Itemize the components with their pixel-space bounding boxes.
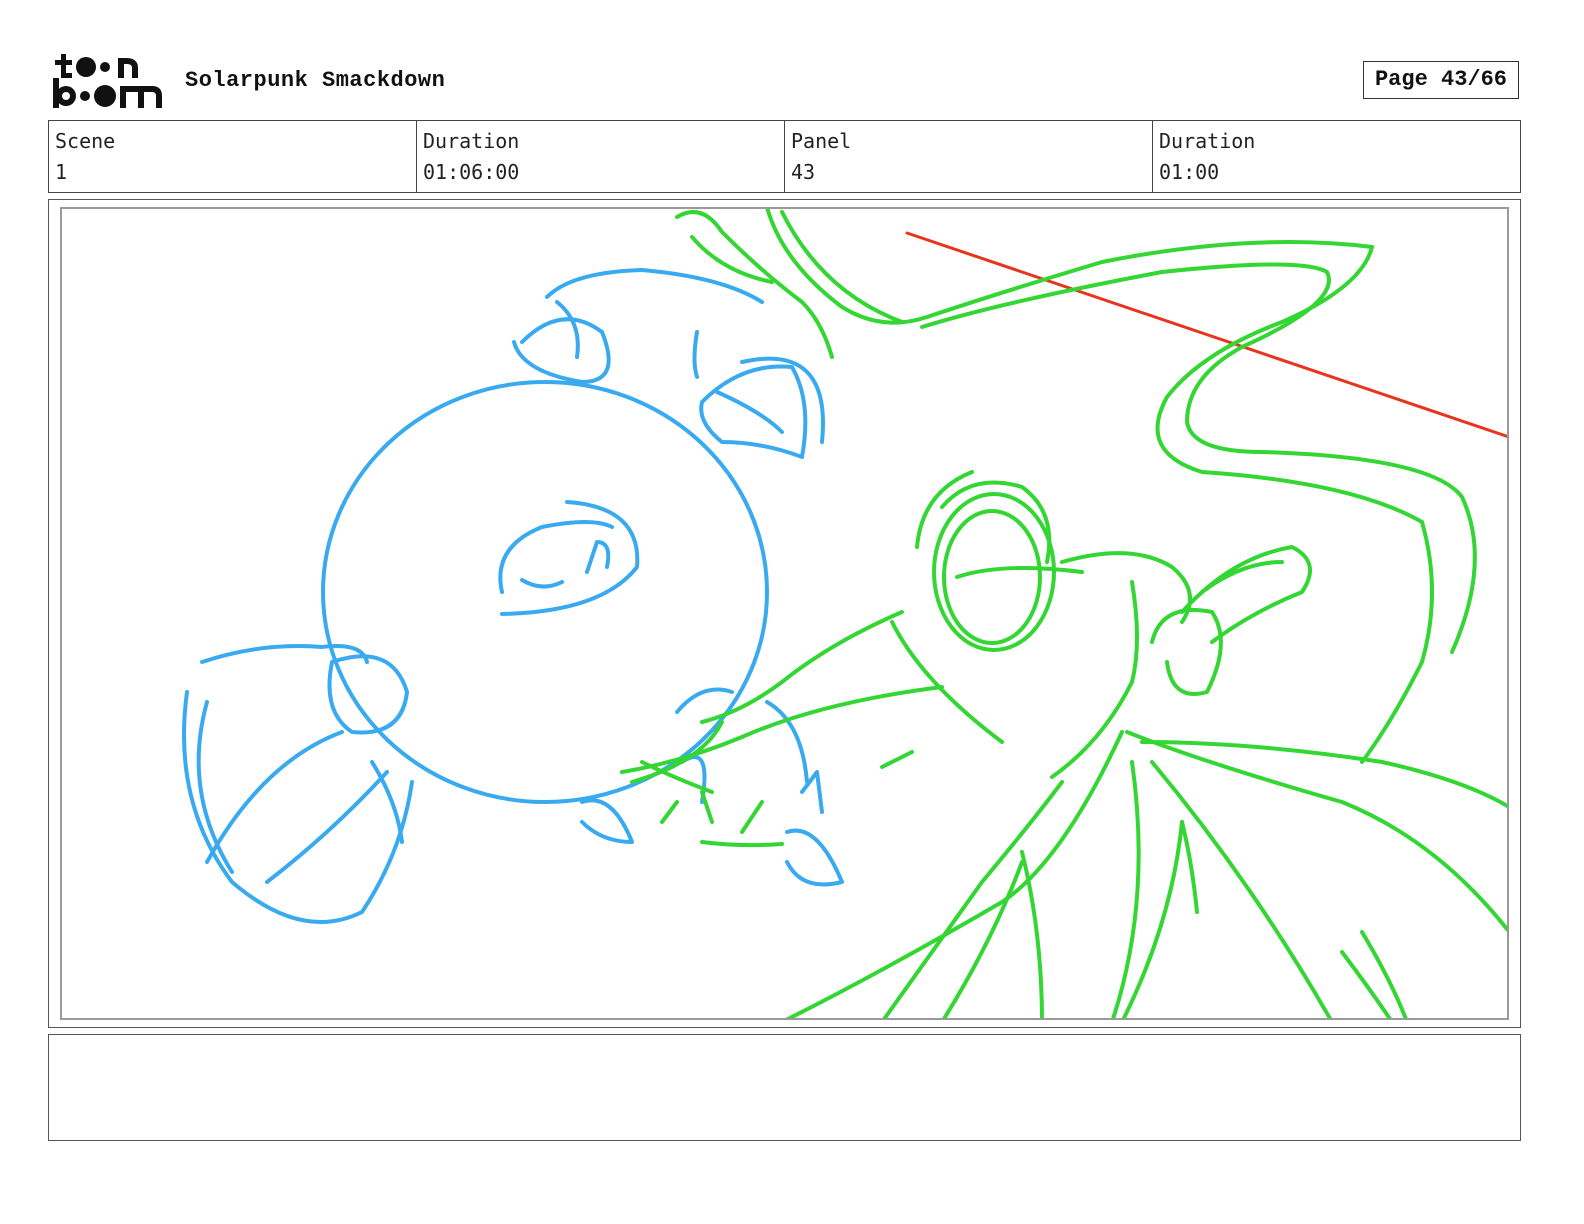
panel-info-row: Scene 1 Duration 01:06:00 Panel 43 Durat… — [48, 120, 1521, 193]
panel-cell: Panel 43 — [785, 121, 1153, 192]
panel-duration-value: 01:00 — [1159, 160, 1220, 184]
panel-label: Panel — [791, 129, 852, 153]
scene-duration-value: 01:06:00 — [423, 160, 520, 184]
scene-duration-cell: Duration 01:06:00 — [417, 121, 785, 192]
scene-value: 1 — [55, 160, 68, 184]
project-title: Solarpunk Smackdown — [185, 68, 446, 93]
panel-sketch — [182, 209, 1507, 1018]
action-line — [905, 231, 1507, 438]
panel-duration-label: Duration — [1159, 129, 1256, 153]
scene-cell: Scene 1 — [49, 121, 417, 192]
panel-duration-cell: Duration 01:00 — [1153, 121, 1520, 192]
page-indicator: Page 43/66 — [1363, 61, 1519, 99]
toon-boom-logo: toon — [53, 54, 162, 108]
panel-value: 43 — [791, 160, 816, 184]
panel-notes-box[interactable] — [48, 1034, 1521, 1141]
scene-label: Scene — [55, 129, 116, 153]
scene-duration-label: Duration — [423, 129, 520, 153]
green-character-sketch — [620, 209, 1507, 1018]
blue-character-sketch — [182, 268, 844, 924]
storyboard-panel — [60, 207, 1509, 1020]
